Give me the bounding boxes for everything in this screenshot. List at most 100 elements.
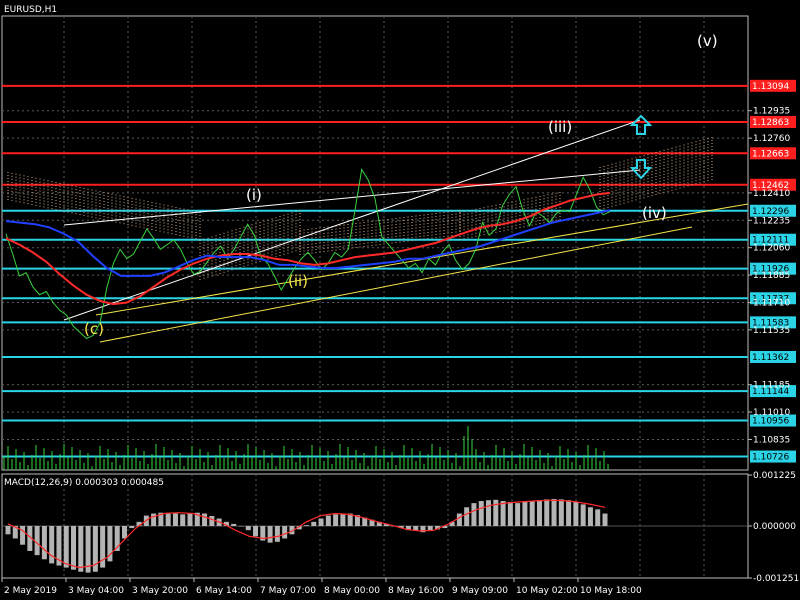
- level-tag-label: 1.12663: [752, 149, 789, 159]
- macd-bar: [78, 526, 84, 572]
- wave-label: (iv): [642, 204, 667, 222]
- macd-bar: [544, 499, 550, 526]
- macd-bar: [536, 500, 542, 526]
- macd-bar: [5, 526, 11, 535]
- macd-bar: [311, 521, 317, 526]
- price-panel-frame: [1, 15, 749, 471]
- macd-bar: [49, 526, 55, 564]
- macd-bar: [478, 501, 484, 526]
- cloud-band: [7, 170, 201, 240]
- time-tick-label: 3 May 04:00: [68, 586, 124, 596]
- time-tick-label: 10 May 02:00: [516, 586, 578, 596]
- time-axis[interactable]: 2 May 2019 3 May 04:00 3 May 20:00 6 May 14…: [1, 578, 642, 596]
- level-tag-label: 1.12863: [752, 118, 789, 128]
- macd-bar: [325, 515, 331, 526]
- macd-bar: [602, 513, 608, 526]
- volume-bars: [3, 426, 609, 470]
- macd-bar: [318, 518, 324, 526]
- macd-bar: [253, 526, 259, 537]
- macd-label: MACD(12,26,9) 0.000303 0.000485: [4, 478, 164, 488]
- macd-bar: [172, 513, 178, 526]
- cloud-band: [299, 210, 461, 255]
- time-tick-label: 6 May 14:00: [196, 586, 252, 596]
- macd-bar: [121, 526, 127, 539]
- macd-bar: [464, 507, 470, 526]
- level-tag-label: 1.10726: [752, 453, 789, 463]
- wave-label: (ii): [288, 272, 308, 290]
- ichimoku-cloud: [7, 135, 713, 280]
- level-tag-label: 1.11362: [752, 353, 789, 363]
- time-tick-label: 8 May 16:00: [388, 586, 444, 596]
- macd-bar: [580, 504, 586, 526]
- macd-bar: [180, 514, 186, 526]
- wave-label: (v): [697, 32, 718, 50]
- macd-bar: [587, 507, 593, 526]
- price-tick-label: 1.11710: [753, 298, 790, 308]
- support-line[interactable]: [99, 226, 693, 343]
- macd-bar: [20, 526, 26, 545]
- price-tick-label: 1.12410: [753, 189, 790, 199]
- price-tick-label: 1.11010: [753, 408, 790, 418]
- price-tick-label: 1.12235: [753, 216, 790, 226]
- wave-label: (c): [84, 320, 104, 338]
- price-tick-label: 1.11535: [753, 326, 790, 336]
- macd-bar: [34, 526, 40, 556]
- macd-bar: [151, 513, 157, 526]
- time-tick-label: 7 May 07:00: [260, 586, 316, 596]
- price-tick-label: 1.11185: [753, 381, 790, 391]
- time-tick-label: 2 May 2019: [4, 586, 57, 596]
- macd-bar: [187, 513, 193, 526]
- time-tick-label: 10 May 18:00: [580, 586, 642, 596]
- macd-bar: [202, 513, 208, 526]
- macd-bar: [333, 514, 339, 526]
- price-tick-label: 1.12060: [753, 244, 790, 254]
- macd-bar: [515, 503, 521, 526]
- macd-bar: [500, 501, 506, 526]
- wave-label: (i): [246, 186, 262, 204]
- macd-bar: [558, 499, 564, 526]
- macd-bar: [507, 501, 513, 526]
- macd-tick-label: 0.001225: [753, 471, 796, 481]
- macd-bar: [471, 503, 477, 526]
- macd-bar: [304, 525, 309, 526]
- macd-bar: [340, 513, 346, 526]
- macd-bar: [274, 526, 280, 542]
- macd-bar: [63, 526, 69, 568]
- horizontal-levels[interactable]: 1.130941.128631.126631.124621.122961.121…: [2, 79, 796, 463]
- macd-bar: [573, 501, 579, 526]
- macd-bar: [595, 509, 601, 526]
- macd-bar: [529, 501, 535, 526]
- down-arrow-icon[interactable]: [629, 159, 653, 180]
- price-tick-label: 1.11885: [753, 271, 790, 281]
- time-tick-label: 3 May 20:00: [132, 586, 188, 596]
- price-tick-label: 1.12935: [753, 107, 790, 117]
- level-tag-label: 1.13094: [752, 82, 789, 92]
- macd-bar: [209, 516, 215, 526]
- wave-label: (iii): [548, 118, 572, 136]
- macd-bar: [238, 526, 244, 527]
- time-tick-label: 8 May 00:00: [324, 586, 380, 596]
- macd-bar: [245, 526, 251, 531]
- price-chart[interactable]: 1.130941.128631.126631.124621.122961.121…: [0, 0, 800, 600]
- time-tick-label: 9 May 09:00: [452, 586, 508, 596]
- price-tick-label: 1.12760: [753, 134, 790, 144]
- macd-bar: [282, 526, 288, 539]
- macd-bar: [267, 526, 273, 543]
- level-tag-label: 1.12296: [752, 207, 789, 217]
- macd-bar: [231, 523, 237, 526]
- macd-bar: [71, 526, 77, 570]
- macd-bar: [41, 526, 47, 560]
- macd-bar: [486, 500, 492, 526]
- macd-bar: [129, 526, 135, 529]
- macd-tick-label: -0.001251: [753, 574, 799, 584]
- chart-title: EURUSD,H1: [4, 5, 57, 15]
- chart-grid: [1, 15, 749, 579]
- price-tick-label: 1.10835: [753, 435, 790, 445]
- macd-bar: [551, 498, 557, 526]
- cloud-band: [459, 190, 561, 240]
- up-arrow-icon[interactable]: [629, 114, 653, 135]
- macd-bar: [566, 500, 572, 526]
- macd-bar: [165, 512, 171, 526]
- macd-bar: [522, 501, 528, 526]
- macd-bar: [456, 513, 462, 526]
